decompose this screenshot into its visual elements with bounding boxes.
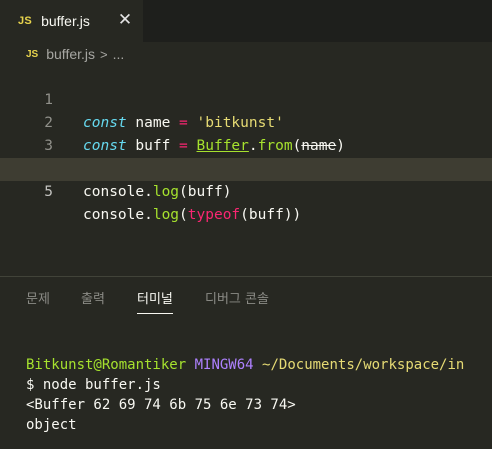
terminal-output: object bbox=[26, 417, 77, 433]
code-line[interactable]: 2 const buff = Buffer.from(name) bbox=[0, 89, 492, 154]
tab-buffer-js[interactable]: JS buffer.js ✕ bbox=[0, 0, 143, 42]
code-token: log bbox=[152, 207, 180, 223]
line-number: 5 bbox=[44, 184, 53, 200]
tab-label: buffer.js bbox=[41, 13, 90, 29]
code-token: typeof bbox=[187, 207, 241, 223]
code-token: . bbox=[144, 207, 153, 223]
code-token: ( bbox=[179, 207, 188, 223]
breadcrumb-file[interactable]: buffer.js bbox=[46, 46, 95, 62]
line-code: console.log(buff) bbox=[83, 181, 231, 204]
code-line[interactable]: 3 bbox=[0, 112, 492, 154]
javascript-file-icon: JS bbox=[18, 15, 33, 27]
breadcrumb-more[interactable]: ... bbox=[113, 46, 125, 62]
line-code: console.log(typeof(buff)) bbox=[83, 204, 301, 227]
editor-tab-bar: JS buffer.js ✕ bbox=[0, 0, 492, 42]
terminal-prompt-line: Bitkunst@Romantiker MINGW64 ~/Documents/… bbox=[26, 355, 492, 375]
prompt-system: MINGW64 bbox=[194, 357, 254, 373]
tab-debug-console[interactable]: 디버그 콘솔 bbox=[205, 291, 269, 313]
code-token: console bbox=[83, 207, 145, 223]
tab-terminal[interactable]: 터미널 bbox=[137, 291, 173, 314]
prompt-path: ~/Documents/workspace/in bbox=[262, 357, 465, 373]
tab-output[interactable]: 출력 bbox=[81, 291, 105, 313]
chevron-right-icon: > bbox=[100, 46, 108, 62]
breadcrumb: JS buffer.js > ... bbox=[0, 42, 492, 66]
code-line[interactable]: 5 console.log(typeof(buff)) bbox=[0, 158, 492, 223]
prompt-user: Bitkunst@Romantiker bbox=[26, 357, 187, 373]
code-line[interactable]: 1 const name = 'bitkunst' bbox=[0, 66, 492, 131]
terminal-output: <Buffer 62 69 74 6b 75 6e 73 74> bbox=[26, 397, 296, 413]
close-icon[interactable]: ✕ bbox=[115, 10, 135, 30]
code-line[interactable]: 4 console.log(buff) bbox=[0, 135, 492, 200]
tab-problems[interactable]: 문제 bbox=[26, 291, 50, 313]
code-token: console bbox=[83, 184, 145, 200]
terminal-command: $ node buffer.js bbox=[26, 377, 161, 393]
code-token: . bbox=[144, 184, 153, 200]
code-token: log bbox=[152, 184, 180, 200]
bottom-panel: 문제 출력 터미널 디버그 콘솔 Bitkunst@Romantiker MIN… bbox=[0, 277, 492, 449]
code-token: (buff) bbox=[179, 184, 232, 200]
code-token: (buff)) bbox=[240, 207, 302, 223]
code-editor[interactable]: 1 const name = 'bitkunst' 2 const buff =… bbox=[0, 66, 492, 320]
vscode-window: JS buffer.js ✕ JS buffer.js > ... 1 cons… bbox=[0, 0, 492, 449]
javascript-file-icon: JS bbox=[26, 48, 39, 60]
